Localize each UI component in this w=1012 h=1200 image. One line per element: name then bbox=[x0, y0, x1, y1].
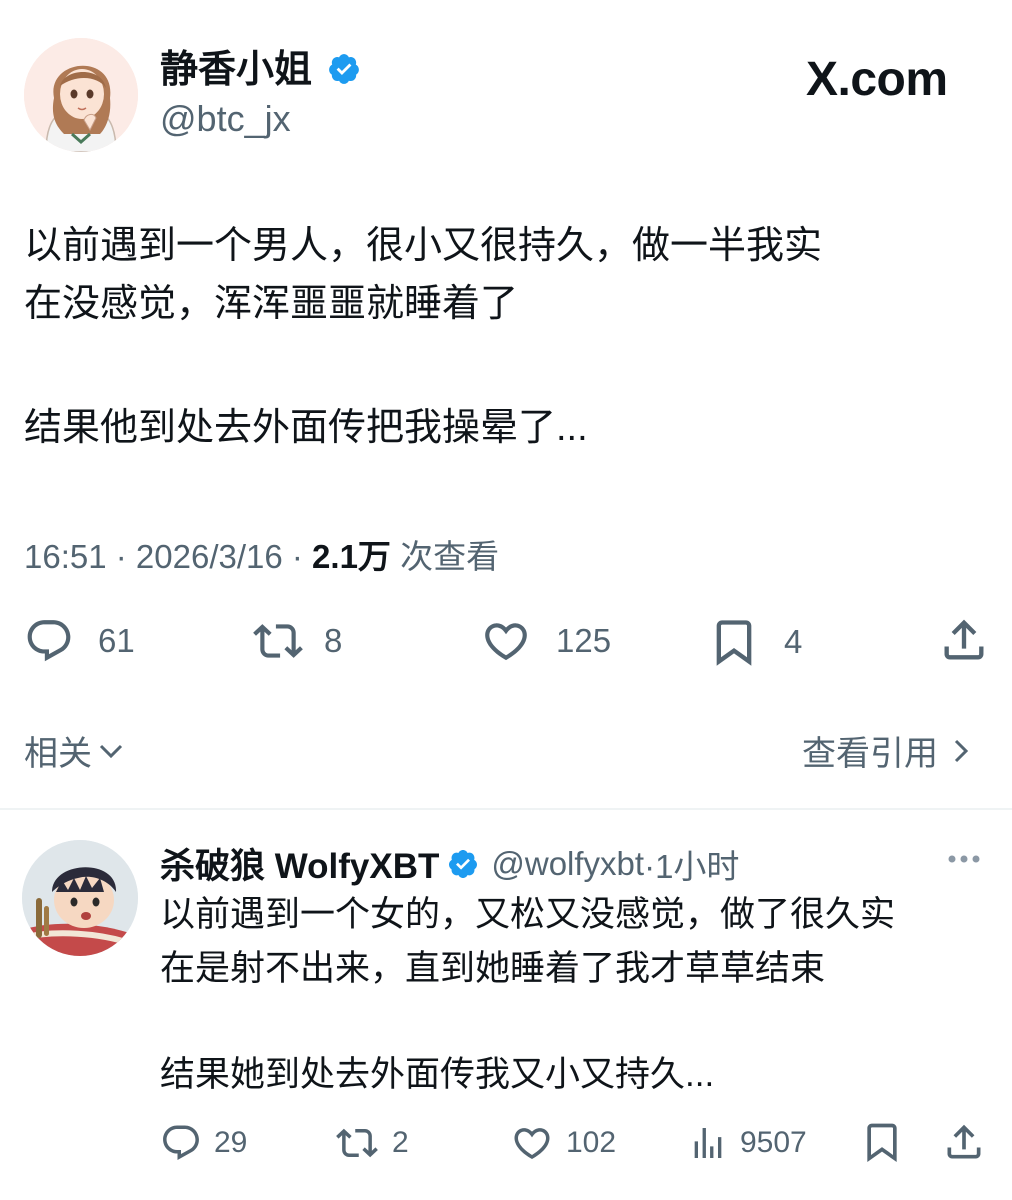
more-horizontal-icon bbox=[948, 855, 980, 863]
section-divider bbox=[0, 808, 1012, 810]
bookmark-icon bbox=[867, 1123, 897, 1163]
x-com-logo-text: X.com bbox=[806, 53, 948, 106]
heart-icon bbox=[485, 623, 527, 661]
reply-share-button[interactable] bbox=[942, 1120, 986, 1164]
anime-girl-avatar-icon bbox=[24, 38, 138, 152]
tweet-text-line-3: 结果他到处去外面传把我操晕了... bbox=[24, 407, 588, 449]
tweet-meta: 16:51 · 2026/3/16 · 2.1万 次查看 bbox=[24, 530, 499, 578]
reply-count: 61 bbox=[98, 622, 135, 659]
reply-like-count: 102 bbox=[566, 1126, 617, 1159]
tweet-text-line-1: 以前遇到一个男人，很小又很持久，做一半我实 bbox=[24, 225, 823, 267]
chevron-down-icon bbox=[99, 744, 123, 758]
author-name[interactable]: 静香小姐 bbox=[160, 48, 361, 92]
reply-view-count: 9507 bbox=[740, 1126, 807, 1159]
reply-bookmark-button[interactable] bbox=[860, 1120, 904, 1164]
reply-reply-button[interactable]: 29 bbox=[160, 1122, 247, 1164]
bookmark-button[interactable]: 4 bbox=[708, 616, 802, 668]
share-button[interactable] bbox=[938, 614, 990, 666]
bookmark-icon bbox=[716, 620, 752, 666]
reply-like-button[interactable]: 102 bbox=[510, 1122, 616, 1164]
author-handle[interactable]: @btc_jx bbox=[160, 98, 291, 140]
heart-icon bbox=[514, 1128, 550, 1160]
analytics-bars-icon bbox=[694, 1128, 722, 1158]
retweet-icon bbox=[336, 1128, 378, 1158]
x-com-logo: X.com bbox=[806, 52, 948, 107]
author-avatar[interactable] bbox=[24, 38, 138, 152]
view-quotes-label: 查看引用 bbox=[802, 735, 938, 773]
reply-author-handle[interactable]: @wolfyxbt bbox=[491, 845, 644, 883]
share-icon bbox=[947, 1124, 981, 1159]
view-count: 2.1万 bbox=[312, 538, 391, 575]
reply-timestamp[interactable]: ·1小时 bbox=[644, 840, 739, 888]
reply-icon bbox=[27, 620, 71, 662]
more-options-button[interactable] bbox=[944, 844, 984, 879]
reply-retweet-button[interactable]: 2 bbox=[334, 1122, 409, 1164]
retweet-count: 8 bbox=[324, 622, 343, 659]
chevron-right-icon bbox=[954, 739, 969, 762]
share-icon bbox=[944, 619, 984, 660]
tweet-timestamp[interactable]: 16:51 · 2026/3/16 · bbox=[24, 538, 312, 575]
reply-author-avatar[interactable] bbox=[22, 840, 138, 956]
reply-button[interactable]: 61 bbox=[24, 616, 135, 666]
like-count: 125 bbox=[556, 622, 612, 659]
tweet-text-line-2: 在没感觉，浑浑噩噩就睡着了 bbox=[24, 283, 519, 325]
reply-reply-count: 29 bbox=[214, 1126, 248, 1159]
related-dropdown[interactable]: 相关 bbox=[24, 726, 126, 775]
reply-icon bbox=[163, 1125, 199, 1160]
related-label: 相关 bbox=[24, 735, 92, 773]
reply-author-name[interactable]: 杀破狼 WolfyXBT bbox=[160, 838, 439, 889]
view-quotes-link[interactable]: 查看引用 bbox=[802, 726, 976, 775]
anime-boy-avatar-icon bbox=[22, 840, 138, 956]
view-count-label: 次查看 bbox=[390, 538, 500, 575]
reply-text-line-1: 以前遇到一个女的，又松又没感觉，做了很久实 bbox=[160, 895, 896, 934]
verified-badge-icon bbox=[328, 54, 359, 84]
bookmark-count: 4 bbox=[784, 623, 803, 660]
reply-retweet-count: 2 bbox=[392, 1126, 409, 1159]
reply-text-line-2: 在是射不出来，直到她睡着了我才草草结束 bbox=[160, 949, 826, 988]
reply-verified-badge-icon bbox=[449, 849, 478, 878]
retweet-button[interactable]: 8 bbox=[250, 616, 342, 666]
like-button[interactable]: 125 bbox=[480, 616, 611, 666]
author-name-text[interactable]: 静香小姐 bbox=[160, 49, 312, 91]
reply-header: 杀破狼 WolfyXBT @wolfyxbt ·1小时 bbox=[160, 838, 739, 889]
retweet-icon bbox=[253, 624, 303, 658]
reply-text-line-3: 结果她到处去外面传我又小又持久... bbox=[160, 1055, 715, 1094]
reply-views-button[interactable]: 9507 bbox=[688, 1122, 807, 1164]
